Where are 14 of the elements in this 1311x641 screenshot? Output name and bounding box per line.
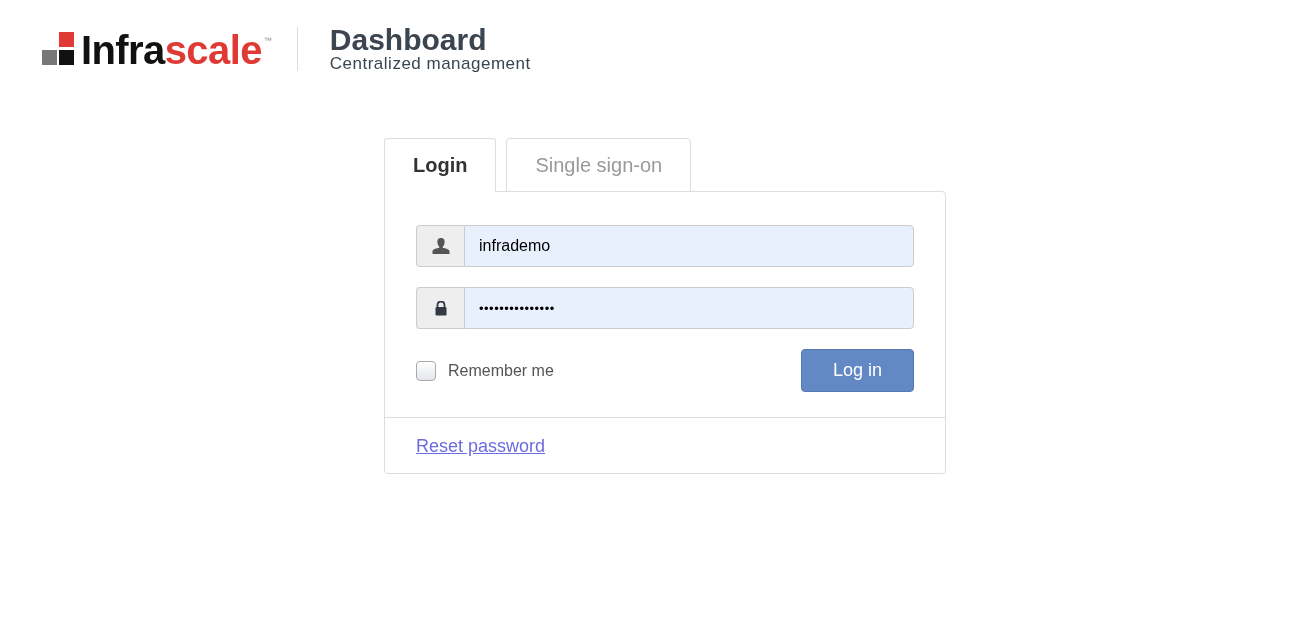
logo-wordmark: Infrascale: [81, 34, 262, 66]
trademark-mark: ™: [263, 36, 272, 46]
squares-logo-icon: [42, 32, 74, 65]
password-field[interactable]: •••••••••••••••: [464, 287, 914, 329]
reset-password-link[interactable]: Reset password: [416, 436, 546, 456]
username-field[interactable]: infrademo: [464, 225, 914, 267]
lock-icon: [416, 287, 464, 329]
remember-label: Remember me: [448, 361, 554, 380]
user-icon: [416, 225, 464, 267]
login-button[interactable]: Log in: [801, 349, 914, 392]
page-subtitle: Centralized management: [329, 55, 531, 73]
tab[interactable]: Login: [384, 138, 497, 192]
remember-checkbox[interactable]: [416, 360, 436, 381]
page-title: Dashboard: [329, 25, 488, 55]
